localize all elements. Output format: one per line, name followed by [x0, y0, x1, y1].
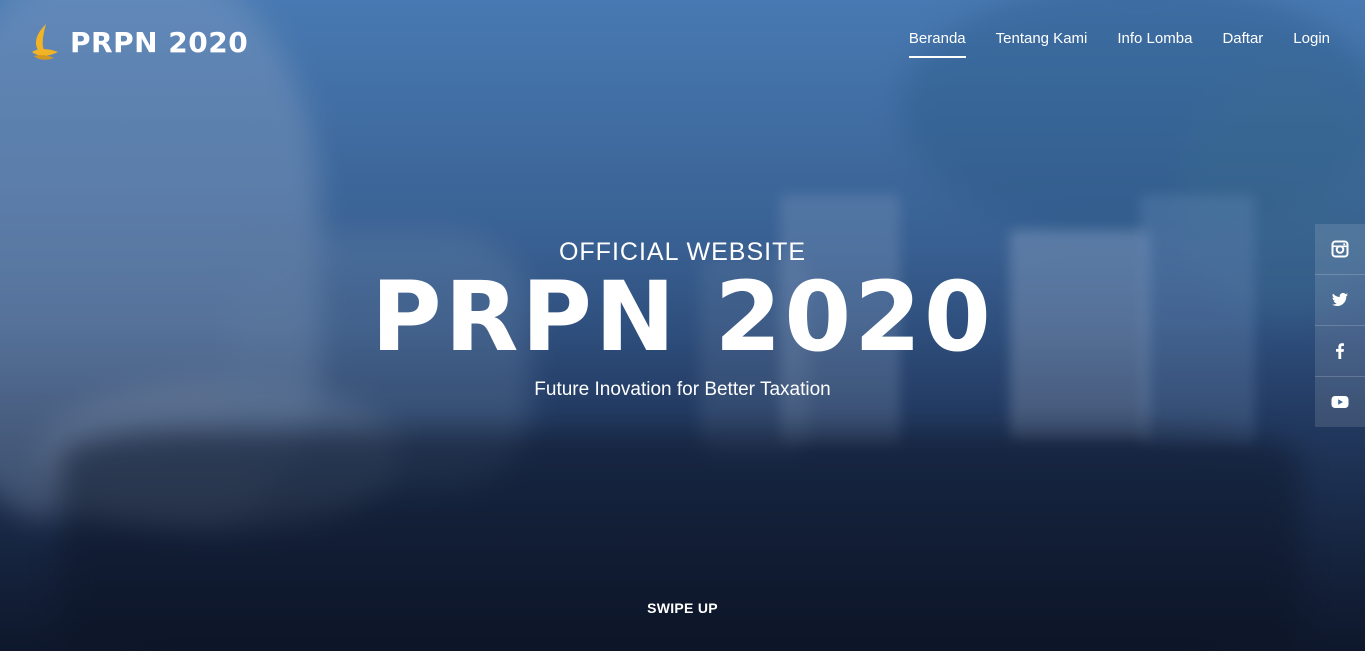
facebook-icon: [1336, 343, 1344, 359]
social-link-youtube[interactable]: [1315, 377, 1365, 427]
nav-item-beranda[interactable]: Beranda: [894, 30, 981, 58]
nav-item-login[interactable]: Login: [1278, 30, 1345, 58]
flame-leaf-icon: [32, 24, 58, 60]
hero-section: PRPN 2020 Beranda Tentang Kami Info Lomb…: [0, 0, 1365, 651]
social-link-instagram[interactable]: [1315, 224, 1365, 275]
twitter-icon: [1332, 292, 1348, 307]
youtube-icon: [1331, 396, 1349, 408]
hero-title: PRPN 2020: [371, 261, 994, 373]
main-nav: Beranda Tentang Kami Info Lomba Daftar L…: [894, 30, 1345, 58]
social-link-facebook[interactable]: [1315, 326, 1365, 377]
site-header: PRPN 2020 Beranda Tentang Kami Info Lomb…: [0, 0, 1365, 86]
nav-item-tentang-kami[interactable]: Tentang Kami: [981, 30, 1103, 58]
nav-item-info-lomba[interactable]: Info Lomba: [1102, 30, 1207, 58]
nav-item-daftar[interactable]: Daftar: [1207, 30, 1278, 58]
brand-logo-link[interactable]: PRPN 2020: [28, 22, 248, 62]
swipe-up-button[interactable]: SWIPE UP: [0, 600, 1365, 616]
brand-name: PRPN 2020: [70, 25, 249, 59]
hero-tagline: Future Inovation for Better Taxation: [534, 379, 831, 400]
hero-text: OFFICIAL WEBSITE PRPN 2020 Future Inovat…: [0, 238, 1365, 401]
social-sidebar: [1315, 224, 1365, 427]
social-link-twitter[interactable]: [1315, 275, 1365, 326]
instagram-icon: [1331, 240, 1349, 258]
